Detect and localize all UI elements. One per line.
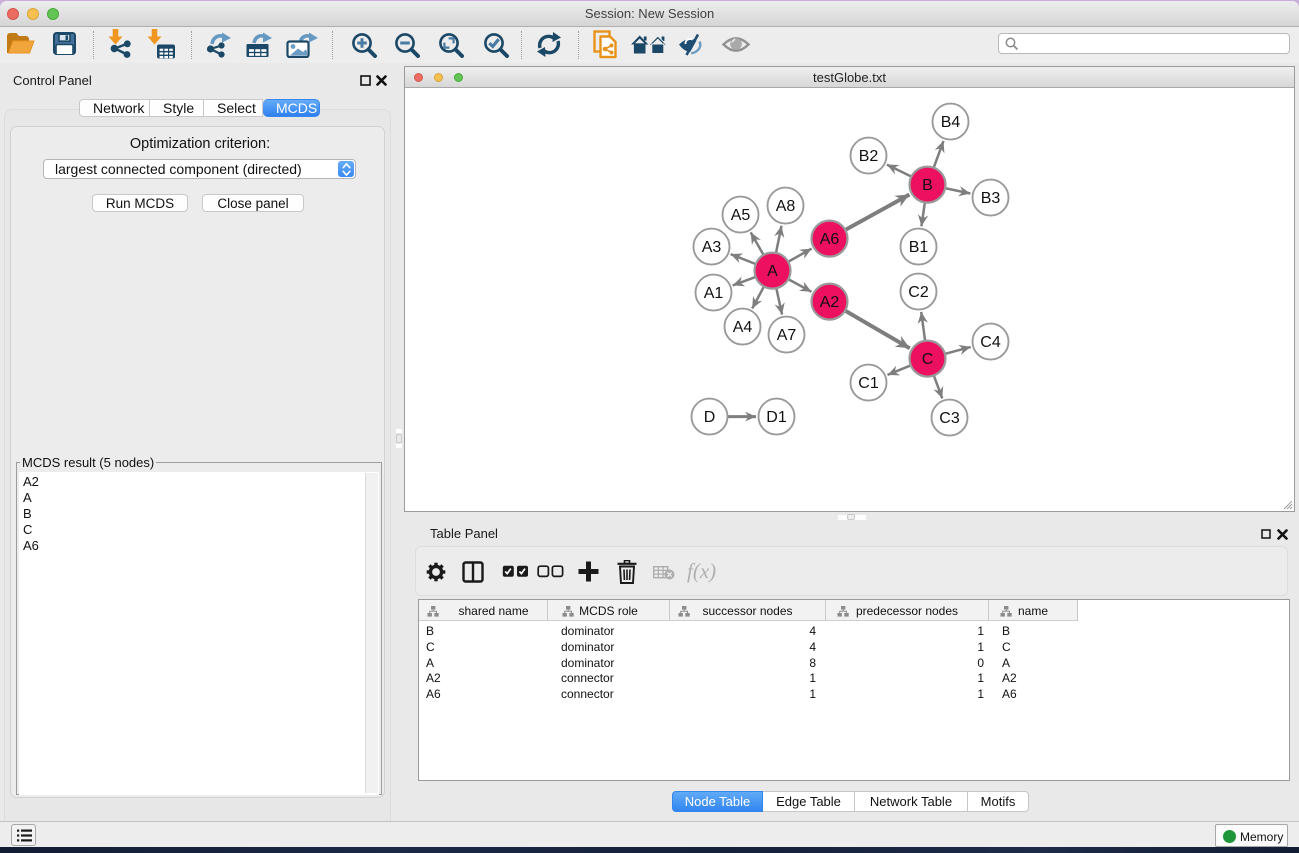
svg-text:C4: C4	[980, 334, 1001, 351]
svg-text:D1: D1	[766, 409, 787, 426]
svg-text:A8: A8	[776, 198, 796, 215]
svg-text:A5: A5	[731, 207, 751, 224]
svg-text:B1: B1	[909, 239, 929, 256]
svg-text:B2: B2	[859, 148, 879, 165]
svg-text:C1: C1	[858, 375, 879, 392]
svg-text:C: C	[922, 351, 934, 368]
svg-text:D: D	[704, 409, 716, 426]
svg-text:B3: B3	[981, 190, 1001, 207]
svg-text:C2: C2	[908, 284, 929, 301]
svg-text:A4: A4	[733, 319, 753, 336]
svg-text:A6: A6	[820, 231, 840, 248]
svg-text:A1: A1	[704, 285, 724, 302]
svg-text:A7: A7	[777, 327, 797, 344]
svg-text:B4: B4	[941, 114, 961, 131]
svg-text:A3: A3	[702, 239, 722, 256]
svg-text:A2: A2	[820, 294, 840, 311]
svg-text:B: B	[922, 177, 933, 194]
svg-text:A: A	[767, 263, 778, 280]
svg-text:C3: C3	[939, 410, 960, 427]
